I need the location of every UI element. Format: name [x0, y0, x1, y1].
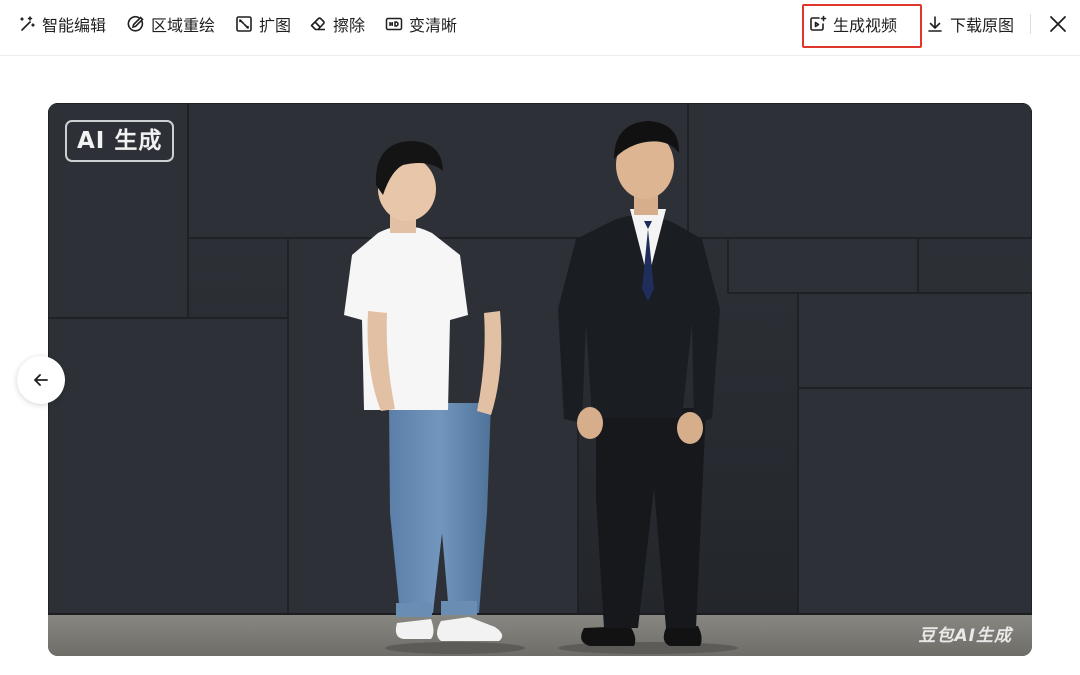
region-repaint-button[interactable]: 区域重绘 [127, 12, 215, 36]
enhance-button[interactable]: 变清晰 [385, 12, 457, 36]
download-icon [928, 16, 942, 32]
close-icon [1050, 16, 1066, 32]
expand-button[interactable]: 扩图 [235, 12, 291, 36]
generate-video-button[interactable]: 生成视频 [809, 12, 897, 36]
smart-edit-button[interactable]: 智能编辑 [18, 12, 106, 36]
toolbar-divider [1030, 14, 1031, 34]
region-repaint-icon [127, 16, 144, 32]
expand-label: 扩图 [259, 16, 292, 35]
image-preview: AI 生成 豆包AI生成 [48, 103, 1032, 656]
download-original-label: 下载原图 [950, 16, 1015, 35]
eraser-icon [310, 17, 325, 31]
previous-image-button[interactable] [17, 356, 65, 404]
enhance-label: 变清晰 [409, 16, 458, 35]
close-button[interactable] [1046, 12, 1070, 36]
hd-icon [385, 17, 403, 31]
ai-generated-badge: AI 生成 [65, 120, 175, 162]
arrow-left-icon [34, 374, 48, 386]
watermark: 豆包AI生成 [918, 626, 1012, 646]
image-toolbar: 智能编辑 区域重绘 扩图 擦除 变清晰 生成视频 下载原图 [0, 0, 1080, 56]
erase-button[interactable]: 擦除 [309, 12, 365, 36]
erase-label: 擦除 [333, 16, 366, 35]
region-repaint-label: 区域重绘 [151, 16, 216, 35]
generated-photo [48, 103, 1032, 656]
magic-wand-icon [20, 16, 35, 31]
expand-icon [236, 16, 252, 32]
video-spark-icon [810, 15, 827, 31]
generate-video-label: 生成视频 [833, 16, 898, 35]
download-original-button[interactable]: 下载原图 [926, 12, 1014, 36]
smart-edit-label: 智能编辑 [42, 16, 107, 35]
